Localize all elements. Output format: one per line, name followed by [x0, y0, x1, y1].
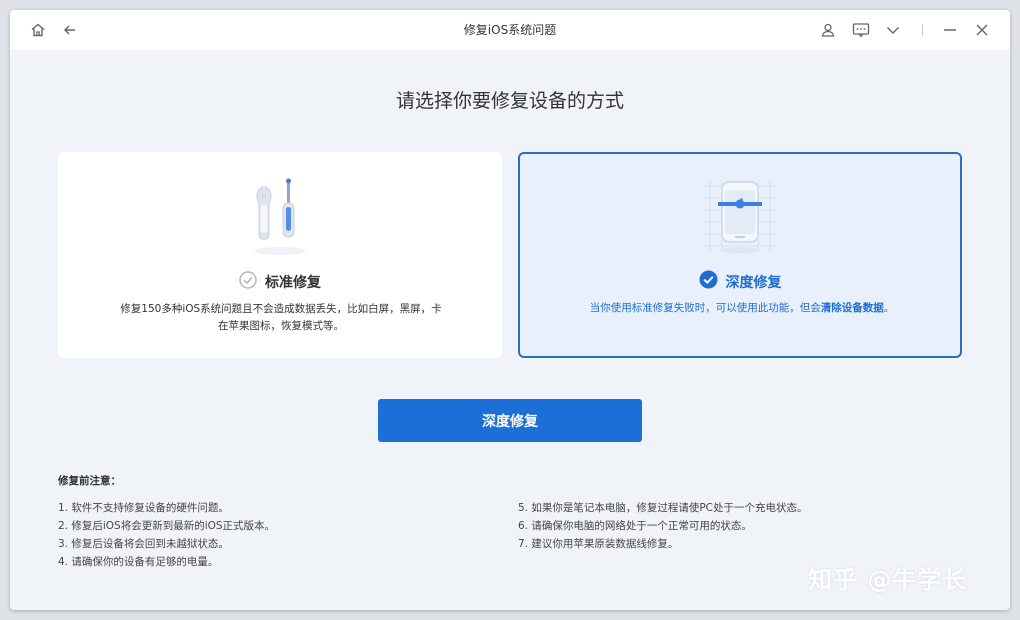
deep-repair-title: 深度修复	[725, 274, 782, 291]
deep-repair-card[interactable]: 深度修复 当你使用标准修复失败时，可以使用此功能，但会清除设备数据。	[518, 152, 962, 358]
notes-title: 修复前注意：	[58, 475, 121, 487]
note-item: 1. 软件不支持修复设备的硬件问题。	[58, 502, 229, 514]
notes-list-left: 1. 软件不支持修复设备的硬件问题。 2. 修复后iOS将会更新到最新的iOS正…	[58, 499, 275, 571]
note-item: 6. 请确保你电脑的网络处于一个正常可用的状态。	[518, 520, 752, 532]
checked-circle-icon	[699, 270, 718, 293]
deep-repair-button[interactable]: 深度修复	[378, 399, 642, 442]
deep-repair-desc-prefix: 当你使用标准修复失败时，可以使用此功能，但会	[589, 302, 821, 314]
chevron-down-icon[interactable]	[883, 20, 903, 40]
title-bar: 修复iOS系统问题	[10, 10, 1010, 50]
device-repair-icon	[692, 176, 788, 260]
standard-repair-title-row: 标准修复	[59, 271, 501, 293]
deep-repair-desc-warning: 清除设备数据	[820, 302, 884, 314]
tools-icon	[245, 177, 315, 261]
back-arrow-icon[interactable]	[60, 20, 80, 40]
unchecked-circle-icon	[239, 271, 257, 293]
standard-repair-description: 修复150多种iOS系统问题且不会造成数据丢失，比如白屏，黑屏，卡 在苹果图标，…	[99, 301, 463, 335]
note-item: 2. 修复后iOS将会更新到最新的iOS正式版本。	[58, 520, 276, 532]
app-window: 修复iOS系统问题 请选择你要修复设备的方式 标准修复 修复150多种iOS系统…	[10, 10, 1010, 610]
close-icon[interactable]	[972, 20, 992, 40]
feedback-icon[interactable]	[851, 20, 871, 40]
note-item: 3. 修复后设备将会回到未越狱状态。	[58, 538, 229, 550]
page-title: 请选择你要修复设备的方式	[395, 90, 624, 112]
titlebar-divider	[922, 24, 923, 36]
note-item: 7. 建议你用苹果原装数据线修复。	[518, 538, 679, 550]
deep-repair-title-row: 深度修复	[520, 270, 960, 293]
user-icon[interactable]	[818, 20, 838, 40]
standard-repair-desc-line1: 修复150多种iOS系统问题且不会造成数据丢失，比如白屏，黑屏，卡	[120, 303, 442, 315]
deep-repair-description: 当你使用标准修复失败时，可以使用此功能，但会清除设备数据。	[540, 300, 944, 317]
standard-repair-title: 标准修复	[265, 275, 321, 291]
minimize-icon[interactable]	[940, 20, 960, 40]
note-item: 4. 请确保你的设备有足够的电量。	[58, 556, 219, 568]
standard-repair-desc-line2: 在苹果图标，恢复模式等。	[218, 320, 344, 332]
home-icon[interactable]	[28, 20, 48, 40]
note-item: 5. 如果你是笔记本电脑，修复过程请使PC处于一个充电状态。	[518, 502, 808, 514]
standard-repair-card[interactable]: 标准修复 修复150多种iOS系统问题且不会造成数据丢失，比如白屏，黑屏，卡 在…	[58, 152, 502, 358]
notes-list-right: 5. 如果你是笔记本电脑，修复过程请使PC处于一个充电状态。 6. 请确保你电脑…	[518, 499, 808, 553]
watermark: 知乎 @牛学长	[808, 566, 968, 594]
deep-repair-desc-suffix: 。	[883, 302, 895, 314]
